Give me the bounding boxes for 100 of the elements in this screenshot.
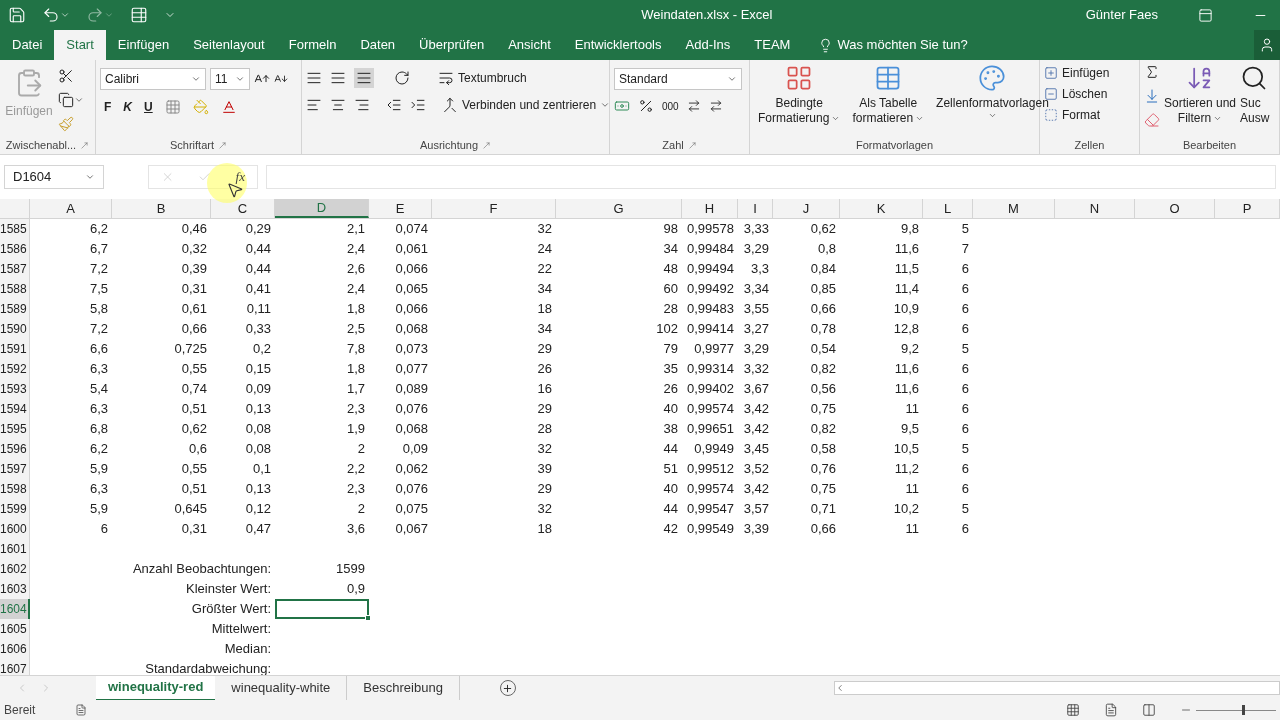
- column-header[interactable]: D: [275, 199, 369, 218]
- row-header[interactable]: 1595: [0, 419, 30, 439]
- sheet-tab[interactable]: winequality-red: [96, 675, 216, 701]
- row-header[interactable]: 1590: [0, 319, 30, 339]
- sort-filter-button[interactable]: Sortieren und Filtern: [1164, 64, 1237, 126]
- row-header[interactable]: 1598: [0, 479, 30, 499]
- ribbon-tab[interactable]: Add-Ins: [673, 30, 743, 60]
- row-header[interactable]: 1607: [0, 659, 30, 675]
- ribbon-tab[interactable]: Seitenlayout: [181, 30, 277, 60]
- style-gallery-button[interactable]: Bedingte Formatierung: [754, 64, 845, 126]
- caret-icon[interactable]: [85, 172, 95, 182]
- caret-icon[interactable]: [915, 114, 925, 123]
- column-header[interactable]: P: [1215, 199, 1280, 218]
- name-box[interactable]: D1604: [4, 165, 104, 189]
- fill-color-icon[interactable]: [192, 99, 209, 115]
- row-header[interactable]: 1600: [0, 519, 30, 539]
- caret-icon[interactable]: [831, 114, 841, 123]
- row-header[interactable]: 1588: [0, 279, 30, 299]
- caret-icon[interactable]: [600, 100, 611, 110]
- column-header[interactable]: O: [1135, 199, 1215, 218]
- ribbon-display-icon[interactable]: [1198, 7, 1213, 23]
- column-header[interactable]: F: [432, 199, 556, 218]
- macro-record-icon[interactable]: [75, 704, 88, 716]
- row-header[interactable]: 1603: [0, 579, 30, 599]
- eraser-icon[interactable]: [1144, 112, 1160, 128]
- column-header[interactable]: G: [556, 199, 682, 218]
- column-header[interactable]: A: [30, 199, 112, 218]
- font-size-field[interactable]: 11: [210, 68, 250, 90]
- caret-icon[interactable]: [727, 74, 737, 84]
- find-select-button[interactable]: Suc Ausw: [1240, 64, 1270, 126]
- row-header[interactable]: 1606: [0, 639, 30, 659]
- align-bottom-icon[interactable]: [356, 70, 372, 86]
- row-header[interactable]: 1596: [0, 439, 30, 459]
- row-header[interactable]: 1604: [0, 599, 30, 619]
- percent-icon[interactable]: [638, 98, 654, 114]
- tell-me-field[interactable]: Was möchten Sie tun?: [806, 30, 980, 60]
- decimal-increase-icon[interactable]: [686, 99, 701, 113]
- decimal-decrease-icon[interactable]: [708, 99, 723, 113]
- person-icon[interactable]: [1259, 37, 1275, 53]
- column-header[interactable]: K: [840, 199, 923, 218]
- scroll-left-icon[interactable]: [835, 683, 845, 693]
- ribbon-tab[interactable]: Entwicklertools: [562, 30, 674, 60]
- font-style-button[interactable]: K: [123, 98, 132, 116]
- caret-icon[interactable]: [191, 74, 201, 84]
- normal-view-icon[interactable]: [1066, 703, 1080, 717]
- row-header[interactable]: 1597: [0, 459, 30, 479]
- fill-handle[interactable]: [365, 615, 371, 621]
- align-middle-icon[interactable]: [330, 70, 346, 86]
- ribbon-tab[interactable]: Überprüfen: [407, 30, 497, 60]
- ribbon-tab[interactable]: TEAM: [742, 30, 803, 60]
- row-header[interactable]: 1605: [0, 619, 30, 639]
- caret-icon[interactable]: [1213, 114, 1223, 123]
- dialog-launcher-icon[interactable]: [482, 140, 492, 150]
- row-header[interactable]: 1593: [0, 379, 30, 399]
- zoom-slider[interactable]: [1196, 705, 1276, 715]
- format-painter-icon[interactable]: [58, 116, 74, 132]
- horizontal-scrollbar[interactable]: [834, 681, 1280, 695]
- indent-increase-icon[interactable]: [410, 97, 426, 113]
- copy-icon[interactable]: [58, 92, 74, 108]
- row-header[interactable]: 1592: [0, 359, 30, 379]
- ribbon-tab[interactable]: Formeln: [276, 30, 349, 60]
- column-header[interactable]: B: [112, 199, 211, 218]
- insert-function-button[interactable]: fx: [235, 167, 245, 187]
- merge-button[interactable]: Verbinden und zentrieren: [442, 96, 611, 114]
- align-center-icon[interactable]: [330, 97, 346, 113]
- row-header[interactable]: 1594: [0, 399, 30, 419]
- font-color-icon[interactable]: [220, 99, 237, 115]
- page-break-icon[interactable]: [1142, 703, 1156, 717]
- ribbon-tab[interactable]: Start: [54, 30, 106, 60]
- align-left-icon[interactable]: [306, 97, 322, 113]
- border-icon[interactable]: [164, 99, 181, 115]
- column-header[interactable]: M: [973, 199, 1055, 218]
- caret-icon[interactable]: [987, 111, 997, 120]
- number-format-field[interactable]: Standard: [614, 68, 742, 90]
- ribbon-tab[interactable]: Daten: [348, 30, 408, 60]
- row-header[interactable]: 1591: [0, 339, 30, 359]
- font-name-field[interactable]: Calibri: [100, 68, 206, 90]
- wrap-text-button[interactable]: Textumbruch: [438, 69, 527, 87]
- row-header[interactable]: 1602: [0, 559, 30, 579]
- caret-icon[interactable]: [60, 10, 70, 20]
- dialog-launcher-icon[interactable]: [218, 140, 227, 150]
- save-icon[interactable]: [8, 6, 26, 24]
- form-icon[interactable]: [130, 6, 148, 24]
- caret-icon[interactable]: [74, 95, 84, 105]
- share-button[interactable]: [1254, 30, 1280, 60]
- column-header[interactable]: N: [1055, 199, 1135, 218]
- caret-icon[interactable]: [235, 74, 245, 84]
- row-header[interactable]: 1589: [0, 299, 30, 319]
- currency-icon[interactable]: [614, 98, 630, 114]
- row-header[interactable]: 1587: [0, 259, 30, 279]
- dialog-launcher-icon[interactable]: [80, 140, 90, 150]
- column-header[interactable]: L: [923, 199, 973, 218]
- row-header[interactable]: 1586: [0, 239, 30, 259]
- align-top-icon[interactable]: [306, 70, 322, 86]
- ribbon-tab[interactable]: Einfügen: [105, 30, 182, 60]
- row-header[interactable]: 1599: [0, 499, 30, 519]
- dialog-launcher-icon[interactable]: [687, 140, 697, 150]
- style-gallery-button[interactable]: Als Tabelle formatieren: [848, 64, 929, 126]
- redo-icon[interactable]: [86, 6, 104, 24]
- column-header[interactable]: H: [682, 199, 738, 218]
